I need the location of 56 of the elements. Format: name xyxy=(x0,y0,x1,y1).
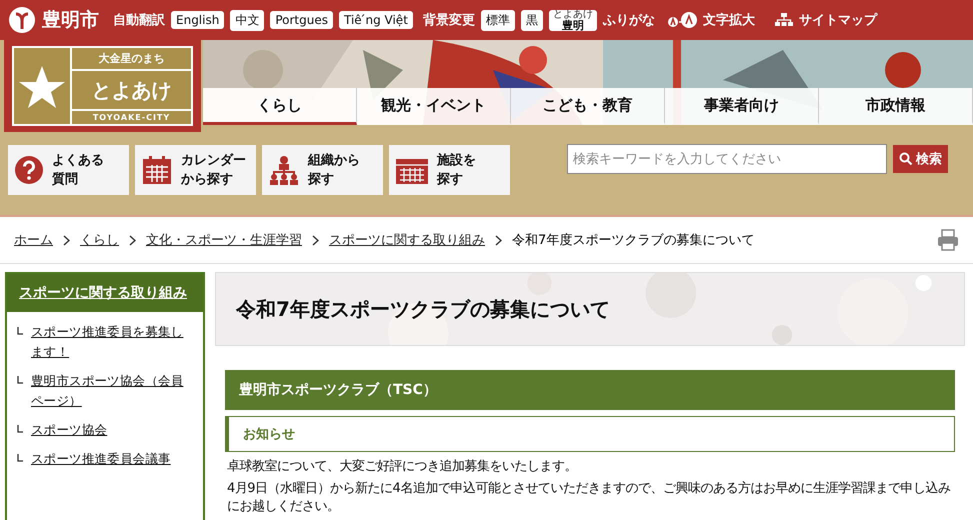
question-icon xyxy=(14,155,44,185)
font-size-icon xyxy=(666,11,697,29)
chevron-icon xyxy=(312,234,319,246)
print-icon[interactable] xyxy=(937,229,959,251)
search-field[interactable]: 検索キーワードを入力してください xyxy=(567,144,887,174)
breadcrumb-link[interactable]: 文化・スポーツ・生涯学習 xyxy=(146,231,302,249)
subheading: お知らせ xyxy=(225,416,955,452)
calendar-icon xyxy=(141,154,173,186)
nav-tab[interactable]: くらし xyxy=(203,88,357,125)
sidebar-link[interactable]: スポーツ推進委員を募集します！ xyxy=(31,322,193,362)
furigana-label[interactable]: ふりがな xyxy=(602,11,655,29)
nav-tab[interactable]: 市政情報 xyxy=(819,88,973,125)
quick-link-button[interactable]: カレンダー から探す xyxy=(135,145,256,195)
nav-tab[interactable]: 観光・イベント xyxy=(357,88,511,125)
quick-link-button[interactable]: 組織から 探す xyxy=(262,145,383,195)
background-button[interactable]: 黒 xyxy=(520,10,543,30)
search-button[interactable]: 検索 xyxy=(893,145,948,173)
sidebar-link[interactable]: 豊明市スポーツ協会（会員ページ） xyxy=(31,371,193,410)
furigana-button[interactable]: とよあけ 豊明 xyxy=(548,10,597,30)
bullet-icon xyxy=(17,454,23,462)
paragraph: 4月9日（水曜日）から新たに4名追加で申込可能とさせていただきますので、ご興味のある方はお早めに生涯学習課まで申し込みにお越しください。 xyxy=(227,480,952,516)
bullet-icon xyxy=(17,376,23,384)
font-size-label[interactable]: 文字拡大 xyxy=(702,11,755,29)
bullet-icon xyxy=(17,327,23,336)
organization-icon xyxy=(268,155,300,185)
chevron-icon xyxy=(129,234,136,246)
breadcrumb-link[interactable]: スポーツに関する取り組み xyxy=(329,231,485,249)
paragraph: 卓球教室について、大変ご好評につき追加募集をいたします。 xyxy=(227,458,578,476)
city-emblem-icon xyxy=(8,6,36,34)
language-button[interactable]: Portgues xyxy=(270,11,333,29)
search-icon xyxy=(899,152,913,166)
breadcrumb-link[interactable]: くらし xyxy=(80,231,119,249)
nav-tab[interactable]: 事業者向け xyxy=(665,88,819,125)
translate-label: 自動翻訳 xyxy=(113,12,165,29)
background-button[interactable]: 標準 xyxy=(480,10,515,30)
bullet-icon xyxy=(17,424,23,433)
chevron-icon xyxy=(63,234,70,246)
sidebar-title-link[interactable]: スポーツに関する取り組み xyxy=(7,274,203,312)
sidebar-link[interactable]: スポーツ推進委員会議事 xyxy=(31,449,171,469)
breadcrumb-current: 令和7年度スポーツクラブの募集について xyxy=(512,232,754,249)
language-button[interactable]: Tiê ́ng Việt xyxy=(339,11,413,29)
breadcrumb-link[interactable]: ホーム xyxy=(14,231,53,249)
sitemap-link[interactable]: サイトマップ xyxy=(798,11,877,29)
language-button[interactable]: 中文 xyxy=(230,10,264,30)
background-label: 背景変更 xyxy=(422,12,475,29)
nav-tab[interactable]: こども・教育 xyxy=(511,88,665,125)
sitemap-icon xyxy=(774,13,793,27)
quick-link-button[interactable]: よくある 質問 xyxy=(8,145,129,195)
building-icon xyxy=(395,156,429,184)
site-name: 豊明市 xyxy=(42,8,99,33)
quick-link-button[interactable]: 施設を 探す xyxy=(389,145,510,195)
language-button[interactable]: English xyxy=(171,11,224,29)
chevron-icon xyxy=(495,234,502,246)
page-title: 令和7年度スポーツクラブの募集について xyxy=(236,296,610,322)
sidebar-link[interactable]: スポーツ協会 xyxy=(31,420,108,440)
section-heading: 豊明市スポーツクラブ（TSC） xyxy=(225,370,955,410)
